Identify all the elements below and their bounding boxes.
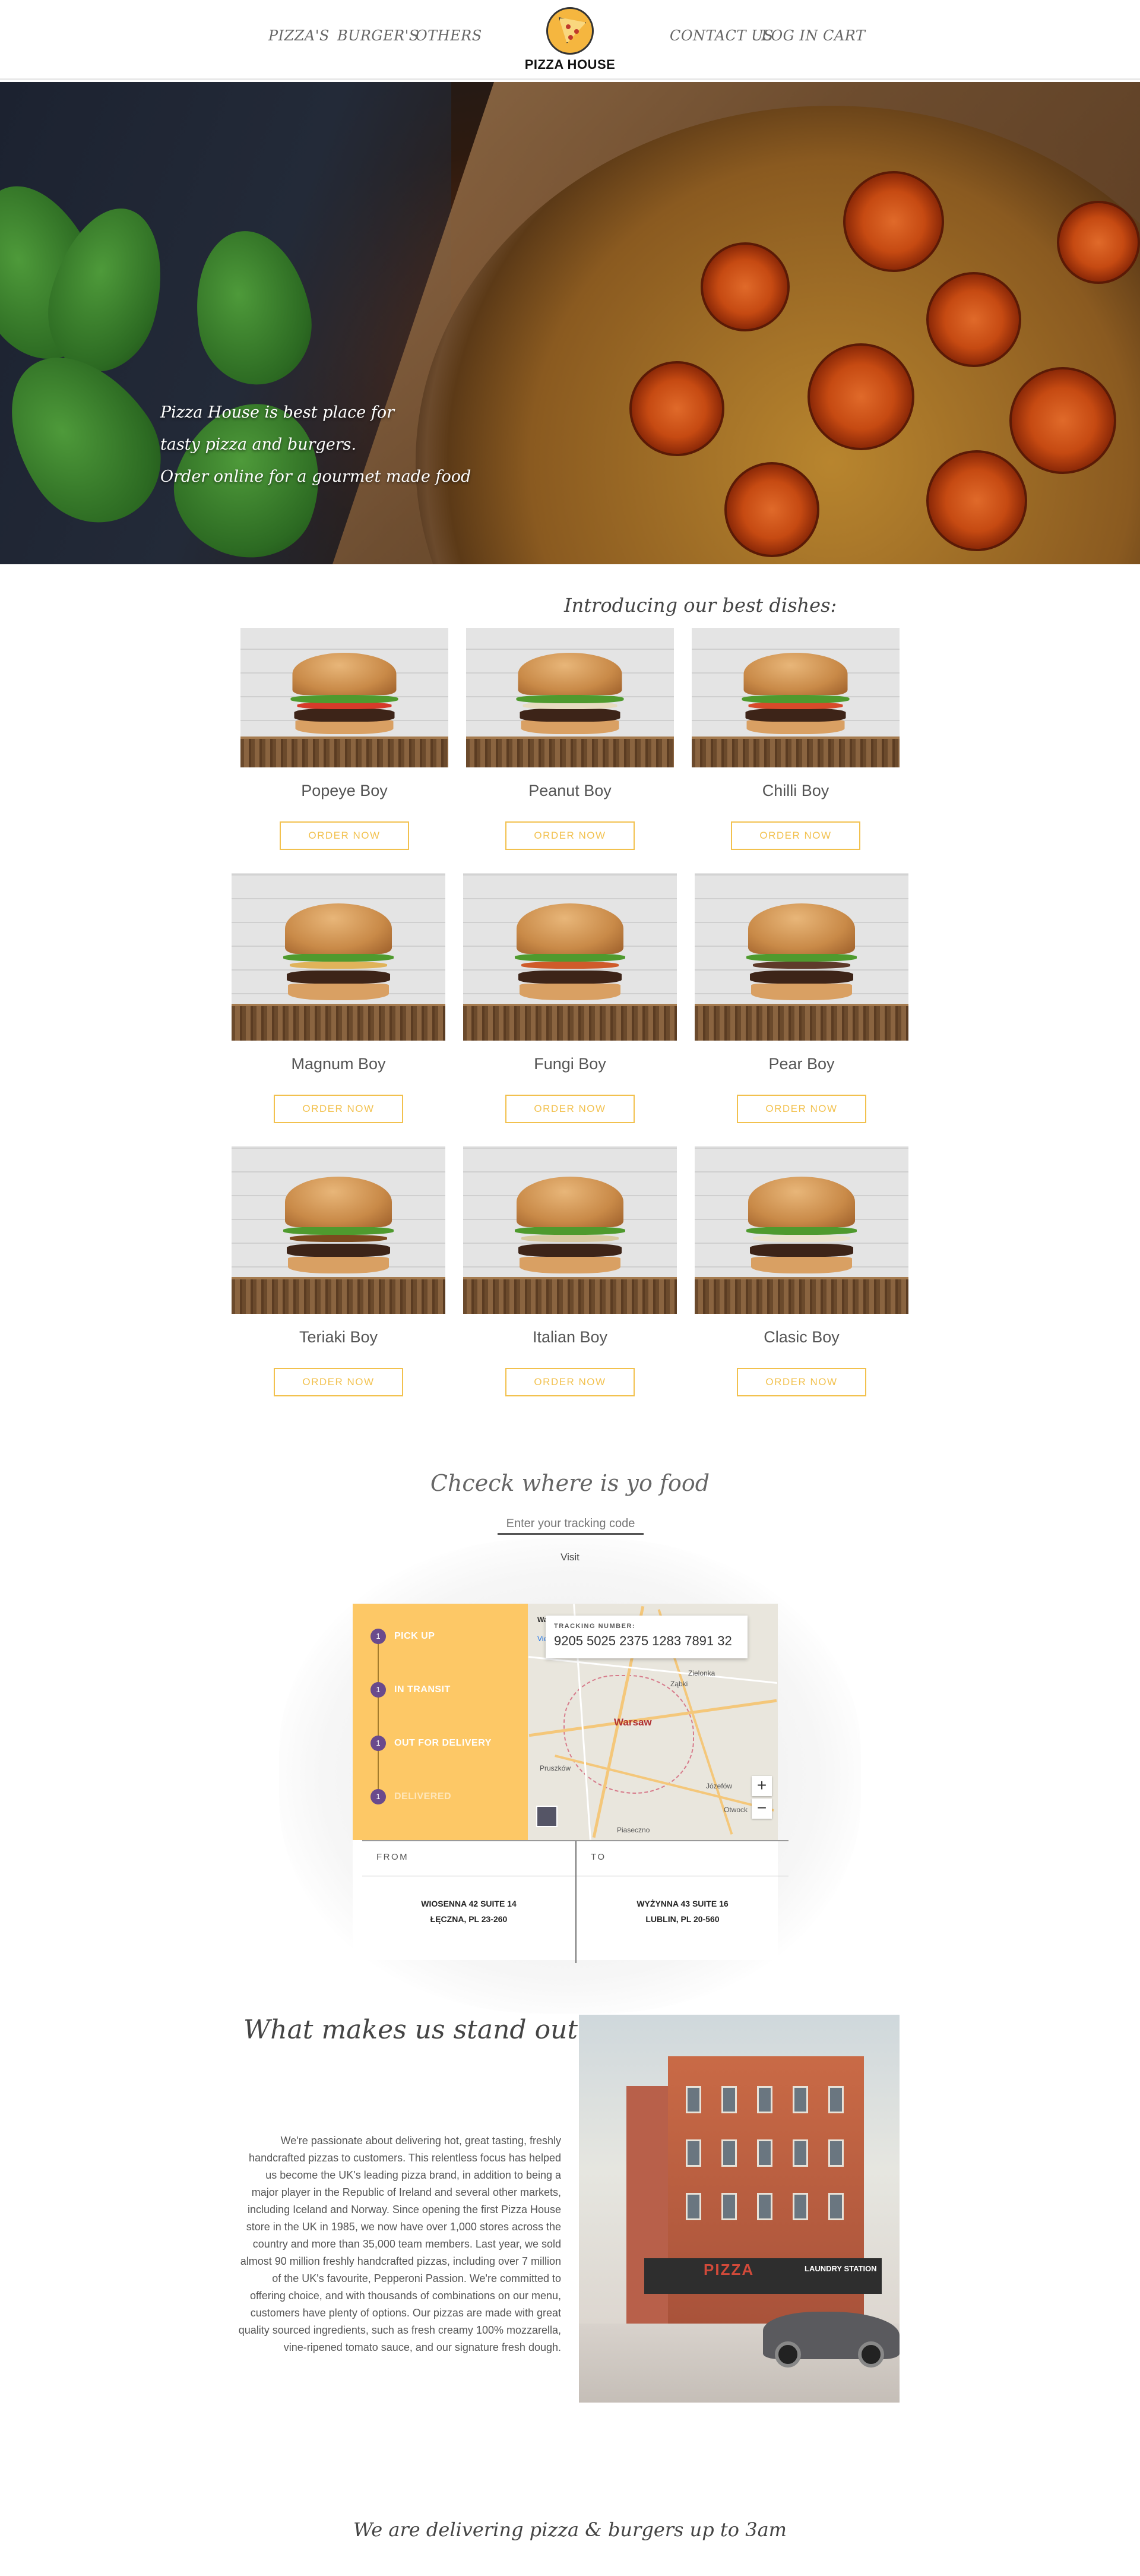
tracking-card: 1 PICK UP 1 IN TRANSIT 1 OUT FOR DELIVERY 1… <box>353 1604 788 1963</box>
pizza-logo-icon <box>546 7 594 55</box>
about-text: We're passionate about delivering hot, g… <box>238 2135 561 2353</box>
hero-line-3: Order online for a gourmet made food <box>160 467 471 486</box>
tracking-number-box: TRACKING NUMBER: 9205 5025 2375 1283 789… <box>546 1616 748 1658</box>
footer-tagline: We are delivering pizza & burgers up to … <box>353 2518 787 2541</box>
dishes-heading: Introducing our best dishes: <box>564 594 837 617</box>
dish-name: Pear Boy <box>768 1055 835 1073</box>
dish-card-italian-boy: Italian Boy ORDER NOW <box>463 1146 677 1396</box>
to-heading: TO <box>591 1852 606 1862</box>
dish-name: Italian Boy <box>532 1328 608 1346</box>
burger-image[interactable] <box>466 628 674 767</box>
order-now-button[interactable]: ORDER NOW <box>280 821 409 850</box>
top-nav: PIZZA'S BURGER'S OTHERS PIZZA HOUSE CONT… <box>0 0 1140 80</box>
step-out-for-delivery: 1 OUT FOR DELIVERY <box>370 1736 492 1751</box>
restaurant-photo: PIZZA LAUNDRY STATION <box>579 2015 900 2403</box>
order-now-button[interactable]: ORDER NOW <box>274 1368 403 1396</box>
burger-image[interactable] <box>463 1146 677 1314</box>
dish-card-peanut-boy: Peanut Boy ORDER NOW <box>466 628 674 850</box>
car-image <box>763 2312 900 2368</box>
nav-pizzas-link[interactable]: PIZZA'S <box>268 27 330 44</box>
hero-banner: Pizza House is best place for tasty pizz… <box>0 82 1140 564</box>
laundry-sign: LAUNDRY STATION <box>805 2264 877 2273</box>
from-to-table: FROM WIOSENNA 42 SUITE 14 ŁĘCZNA, PL 23-… <box>362 1840 788 1963</box>
nav-burgers-link[interactable]: BURGER'S <box>337 27 419 44</box>
satellite-toggle-icon[interactable] <box>536 1806 558 1827</box>
tracking-code-input[interactable] <box>498 1515 644 1535</box>
burger-image[interactable] <box>463 873 677 1041</box>
dish-card-pear-boy: Pear Boy ORDER NOW <box>695 873 908 1123</box>
from-address: WIOSENNA 42 SUITE 14 ŁĘCZNA, PL 23-260 <box>421 1899 517 1924</box>
step-pick-up: 1 PICK UP <box>370 1629 435 1644</box>
visit-button[interactable]: Visit <box>0 1551 1140 1563</box>
burger-image[interactable] <box>695 873 908 1041</box>
order-now-button[interactable]: ORDER NOW <box>505 821 635 850</box>
burger-image[interactable] <box>240 628 448 767</box>
dish-name: Chilli Boy <box>762 782 829 799</box>
dish-name: Peanut Boy <box>528 782 612 799</box>
tracking-title: Chceck where is yo food <box>430 1470 710 1496</box>
dish-card-clasic-boy: Clasic Boy ORDER NOW <box>695 1146 908 1396</box>
dish-card-fungi-boy: Fungi Boy ORDER NOW <box>463 873 677 1123</box>
hero-tagline: Pizza House is best place for tasty pizz… <box>160 397 471 493</box>
logo[interactable]: PIZZA HOUSE <box>522 5 618 76</box>
burger-image[interactable] <box>232 1146 445 1314</box>
tracking-number-caption: TRACKING NUMBER: <box>554 1623 636 1630</box>
dish-card-teriaki-boy: Teriaki Boy ORDER NOW <box>232 1146 445 1396</box>
dish-name: Clasic Boy <box>764 1328 840 1346</box>
pizza-sign: PIZZA <box>704 2261 755 2278</box>
burger-image[interactable] <box>232 873 445 1041</box>
zoom-out-button[interactable]: − <box>752 1799 772 1819</box>
dish-card-popeye-boy: Popeye Boy ORDER NOW <box>240 628 448 850</box>
step-dot-icon: 1 <box>370 1736 386 1751</box>
from-column: FROM WIOSENNA 42 SUITE 14 ŁĘCZNA, PL 23-… <box>362 1841 575 1963</box>
step-dot-icon: 1 <box>370 1629 386 1644</box>
logo-text: PIZZA HOUSE <box>524 57 616 72</box>
step-delivered: 1 DELIVERED <box>370 1789 451 1804</box>
dish-card-chilli-boy: Chilli Boy ORDER NOW <box>692 628 900 850</box>
dish-card-magnum-boy: Magnum Boy ORDER NOW <box>232 873 445 1123</box>
tracking-number: 9205 5025 2375 1283 7891 32 <box>554 1633 732 1648</box>
to-address: WYŻYNNA 43 SUITE 16 LUBLIN, PL 20-560 <box>636 1899 729 1924</box>
step-dot-icon: 1 <box>370 1682 386 1698</box>
dish-name: Popeye Boy <box>301 782 388 799</box>
hero-line-2: tasty pizza and burgers. <box>160 435 357 454</box>
dish-name: Magnum Boy <box>291 1055 386 1073</box>
dish-name: Fungi Boy <box>534 1055 606 1073</box>
order-now-button[interactable]: ORDER NOW <box>737 1368 866 1396</box>
hero-line-1: Pizza House is best place for <box>160 403 395 422</box>
map-city-label: Warsaw <box>614 1717 652 1728</box>
nav-login-link[interactable]: LOG IN <box>761 27 818 44</box>
step-in-transit: 1 IN TRANSIT <box>370 1682 451 1698</box>
order-now-button[interactable]: ORDER NOW <box>274 1095 403 1123</box>
order-now-button[interactable]: ORDER NOW <box>737 1095 866 1123</box>
nav-others-link[interactable]: OTHERS <box>416 27 482 44</box>
nav-cart-link[interactable]: CART <box>823 27 865 44</box>
about-title: What makes us stand out <box>243 2015 578 2045</box>
order-now-button[interactable]: ORDER NOW <box>505 1095 635 1123</box>
from-heading: FROM <box>376 1852 409 1862</box>
dish-name: Teriaki Boy <box>299 1328 378 1346</box>
burger-image[interactable] <box>692 628 900 767</box>
zoom-in-button[interactable]: + <box>752 1776 772 1796</box>
step-dot-icon: 1 <box>370 1789 386 1804</box>
to-column: TO WYŻYNNA 43 SUITE 16 LUBLIN, PL 20-560 <box>575 1841 788 1963</box>
order-now-button[interactable]: ORDER NOW <box>505 1368 635 1396</box>
nav-contact-link[interactable]: CONTACT US <box>670 27 774 44</box>
order-now-button[interactable]: ORDER NOW <box>731 821 860 850</box>
delivery-steps: 1 PICK UP 1 IN TRANSIT 1 OUT FOR DELIVERY 1… <box>353 1604 528 1840</box>
burger-image[interactable] <box>695 1146 908 1314</box>
